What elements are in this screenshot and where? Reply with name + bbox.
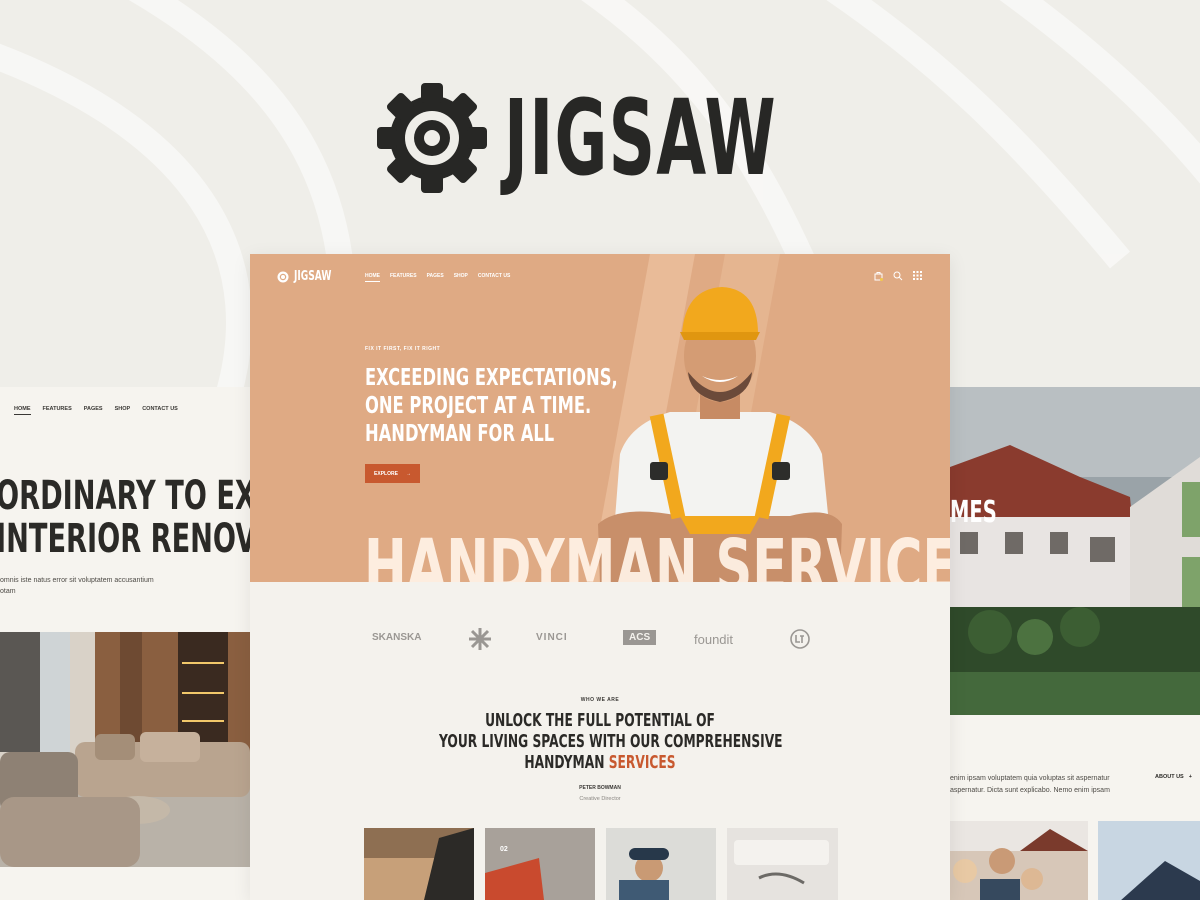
explore-button[interactable]: EXPLORE → [365, 464, 420, 483]
nav-home[interactable]: HOME [365, 273, 380, 282]
nav-features[interactable]: FEATURES [390, 273, 417, 282]
saw-blade-icon [377, 83, 487, 193]
left-body-text: omnis iste natus error sit voluptatem ac… [0, 577, 154, 595]
circle-logo-icon [790, 629, 810, 649]
partner-foundit: foundit [694, 632, 734, 647]
asterisk-logo-icon [469, 628, 491, 650]
right-hero-text: MES [950, 495, 997, 530]
header-icons [874, 271, 922, 281]
main-preview-card: JIGSAW HOME FEATURES PAGES SHOP CONTACT … [250, 254, 950, 900]
tile-number: 02 [500, 846, 508, 853]
hero-eyebrow: FIX IT FIRST, FIX IT RIGHT [365, 346, 441, 352]
nav-shop[interactable]: SHOP [454, 273, 468, 282]
service-tiles [364, 828, 838, 900]
main-logo[interactable]: JIGSAW [276, 269, 348, 284]
about-us-link[interactable]: ABOUT US + [1155, 774, 1192, 780]
saw-blade-icon [277, 271, 289, 282]
arrow-right-icon: → [405, 470, 411, 477]
right-body-text: enim ipsam voluptatem quia voluptas sit … [950, 775, 1110, 794]
nav-home[interactable]: HOME [14, 406, 31, 415]
author-name: PETER BOWMAN [579, 785, 621, 791]
grid-menu-icon[interactable] [913, 271, 922, 280]
main-nav: HOME FEATURES PAGES SHOP CONTACT US [365, 273, 510, 282]
nav-features[interactable]: FEATURES [43, 406, 72, 415]
hero-big-text: HANDYMAN SERVICES [364, 524, 950, 582]
partner-skanska: SKANSKA [372, 632, 422, 643]
partner-vinci: VINCI [536, 632, 568, 643]
nav-shop[interactable]: SHOP [115, 406, 131, 415]
nav-pages[interactable]: PAGES [84, 406, 103, 415]
partner-logos: SKANSKA VINCI ACS foundit [250, 624, 950, 654]
plus-icon: + [1188, 774, 1192, 780]
intro-heading: UNLOCK THE FULL POTENTIAL OF YOUR LIVING… [439, 711, 783, 773]
cart-icon[interactable] [874, 271, 883, 281]
right-preview-card: MES enim ipsam voluptatem quia voluptas … [950, 387, 1200, 900]
right-thumbnails [950, 821, 1200, 900]
house-photo [950, 387, 1200, 715]
author-role: Creative Director [579, 796, 621, 802]
brand-name: JIGSAW [504, 77, 777, 199]
nav-pages[interactable]: PAGES [427, 273, 444, 282]
partner-acs: ACS [623, 630, 657, 645]
search-icon[interactable] [893, 271, 903, 281]
nav-contact[interactable]: CONTACT US [478, 273, 510, 282]
hero-section: JIGSAW HOME FEATURES PAGES SHOP CONTACT … [250, 254, 950, 582]
nav-contact[interactable]: CONTACT US [142, 406, 178, 415]
who-we-are-label: WHO WE ARE [580, 697, 620, 703]
left-headline: ORDINARY TO EXTRAC INTERIOR RENOVATIO [0, 473, 250, 562]
hero-title: EXCEEDING EXPECTATIONS, ONE PROJECT AT A… [365, 365, 618, 447]
brand-header: JIGSAW [376, 82, 944, 194]
left-preview-card: HOME FEATURES PAGES SHOP CONTACT US ORDI… [0, 387, 250, 900]
living-room-photo [0, 632, 250, 867]
left-nav: HOME FEATURES PAGES SHOP CONTACT US [14, 406, 178, 415]
